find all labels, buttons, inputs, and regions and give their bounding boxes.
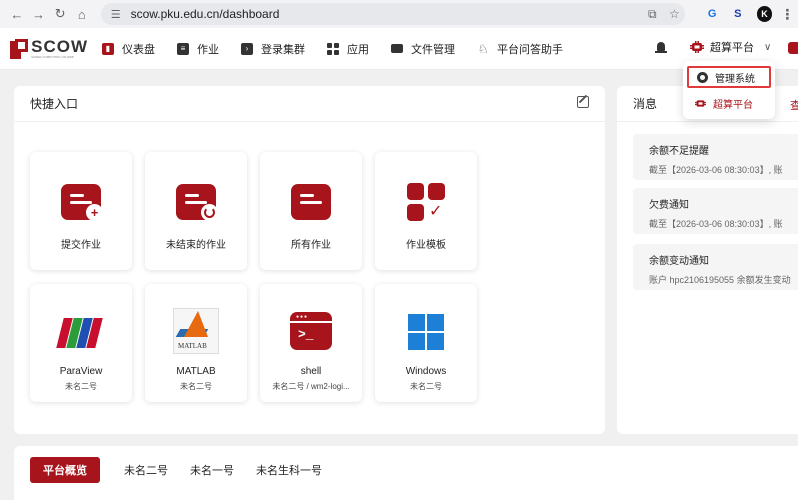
message-detail: 截至【2026-03-06 08:30:03】, 账 [649,219,783,229]
menu-item-apps[interactable]: 应用 [327,41,369,57]
card-sublabel: 未名二号 / wm2-logi... [272,382,350,391]
message-item[interactable]: 余额不足提醒 截至【2026-03-06 08:30:03】, 账 [633,134,798,180]
notification-bell-icon[interactable] [655,41,667,55]
chevron-down-icon: ∨ [764,41,772,53]
terminal-icon: › [241,42,253,55]
card-windows[interactable]: Windows 未名二号 [375,284,477,402]
card-all-jobs[interactable]: 所有作业 [260,152,362,270]
card-sublabel: 未名二号 [410,382,442,391]
menu-label: 仪表盘 [122,43,155,56]
menu-item-login-cluster[interactable]: › 登录集群 [241,41,305,57]
scow-logo-mark-icon [10,38,28,59]
card-label: 未结束的作业 [166,240,226,251]
message-title: 余额变动通知 [649,256,709,267]
pending-icon [201,204,218,221]
url-text[interactable]: scow.pku.edu.cn/dashboard [131,7,642,21]
forward-button[interactable]: → [28,3,50,25]
menu-item-qa-assistant[interactable]: ♘ 平台问答助手 [477,41,563,57]
chip-icon [690,41,704,53]
quick-entry-title: 快捷入口 [14,86,605,122]
card-unfinished-jobs[interactable]: 未结束的作业 [145,152,247,270]
folder-icon [391,44,403,53]
menu-item-file-manager[interactable]: 文件管理 [391,41,455,57]
template-grid-icon: ✓ [407,183,447,223]
all-jobs-icon [291,184,331,220]
messages-panel: 消息 查 余额不足提醒 截至【2026-03-06 08:30:03】, 账 欠… [617,86,798,434]
windows-logo-icon [408,314,444,350]
card-paraview[interactable]: ParaView 未名二号 [30,284,132,402]
translate-extension-icon[interactable]: G [701,3,723,25]
dashboard-icon: ▮ [102,42,114,55]
overview-tabs-panel: 平台概览 未名二号 未名一号 未名生科一号 [14,446,798,500]
dropdown-item-management-system[interactable]: 管理系统 [687,66,771,88]
message-detail: 截至【2026-03-06 08:30:03】, 账 [649,165,783,175]
chip-icon [695,99,706,107]
card-label: Windows [405,366,447,377]
browser-menu-icon[interactable]: ⋮ [776,3,798,25]
message-title: 欠费通知 [649,200,689,211]
platform-switch-label: 超算平台 [710,42,754,54]
menu-label: 作业 [197,43,219,56]
card-label: ParaView [59,366,103,377]
home-button[interactable]: ⌂ [71,3,93,25]
tab-platform-overview[interactable]: 平台概览 [30,457,100,483]
top-menu: ▮ 仪表盘 ≡ 作业 › 登录集群 应用 文件管理 ♘ 平台问答助手 [102,41,585,57]
dropdown-label: 超算平台 [713,99,753,111]
profile-k-icon[interactable]: K [756,6,773,22]
card-label: 所有作业 [291,240,331,251]
menu-label: 平台问答助手 [497,43,563,56]
card-shell[interactable]: ●●● >_ shell 未名二号 / wm2-logi... [260,284,362,402]
menu-item-dashboard[interactable]: ▮ 仪表盘 [102,41,155,57]
card-label: 提交作业 [61,240,101,251]
message-item[interactable]: 余额变动通知 账户 hpc2106195055 余额发生变动 [633,244,798,290]
reload-button[interactable]: ↻ [49,3,71,25]
gear-icon [697,71,708,83]
scow-logo[interactable]: SCOW SUPER COMPUTING ON WEB [10,38,88,59]
matlab-logo-text: MATLAB [178,342,207,350]
bookmark-star-icon[interactable]: ☆ [663,7,685,21]
matlab-logo-icon: MATLAB [173,308,219,354]
menu-label: 应用 [347,43,369,56]
terminal-icon: ●●● >_ [290,312,332,350]
menu-label: 登录集群 [261,43,305,56]
card-label: 作业模板 [406,240,446,251]
tab-weiming-life-science-1[interactable]: 未名生科一号 [256,457,322,483]
tab-weiming-1[interactable]: 未名一号 [190,457,234,483]
back-button[interactable]: ← [6,3,28,25]
app-header: SCOW SUPER COMPUTING ON WEB ▮ 仪表盘 ≡ 作业 ›… [0,28,798,70]
menu-item-job[interactable]: ≡ 作业 [177,41,219,57]
card-label: MATLAB [176,366,216,377]
card-submit-job[interactable]: + 提交作业 [30,152,132,270]
message-item[interactable]: 欠费通知 截至【2026-03-06 08:30:03】, 账 [633,188,798,234]
message-detail: 账户 hpc2106195055 余额发生变动 [649,275,791,285]
platform-dropdown: 管理系统 超算平台 [683,61,775,119]
job-icon: ≡ [177,42,189,55]
logo-subtext: SUPER COMPUTING ON WEB [31,55,74,59]
card-matlab[interactable]: MATLAB MATLAB 未名二号 [145,284,247,402]
cast-icon[interactable]: ⧉ [641,7,663,22]
tab-weiming-2[interactable]: 未名二号 [124,457,168,483]
messages-view-all-link[interactable]: 查 [790,97,798,113]
paraview-logo-icon [56,318,105,348]
address-bar[interactable]: ☰ scow.pku.edu.cn/dashboard ⧉ ☆ [100,3,686,25]
card-label: shell [300,366,322,377]
platform-switcher[interactable]: 超算平台 ∨ [690,39,771,55]
extension-s-icon[interactable]: S [727,3,749,25]
card-job-templates[interactable]: ✓ 作业模板 [375,152,477,270]
browser-toolbar: ← → ↻ ⌂ ☰ scow.pku.edu.cn/dashboard ⧉ ☆ … [0,0,798,28]
menu-label: 文件管理 [411,43,455,56]
lightbulb-icon: ♘ [477,41,489,56]
dropdown-label: 管理系统 [715,73,755,85]
plus-icon: + [86,204,103,221]
user-avatar-icon[interactable] [788,42,798,54]
card-sublabel: 未名二号 [180,382,212,391]
dropdown-item-hpc-platform[interactable]: 超算平台 [687,92,771,114]
site-settings-icon[interactable]: ☰ [109,7,123,21]
card-sublabel: 未名二号 [65,382,97,391]
logo-text: SCOW [31,37,88,56]
edit-icon[interactable] [577,96,589,108]
quick-entry-panel: 快捷入口 + 提交作业 未结束的作业 所有作业 ✓ 作业模板 ParaView … [14,86,605,434]
message-title: 余额不足提醒 [649,146,709,157]
apps-grid-icon [327,42,339,55]
